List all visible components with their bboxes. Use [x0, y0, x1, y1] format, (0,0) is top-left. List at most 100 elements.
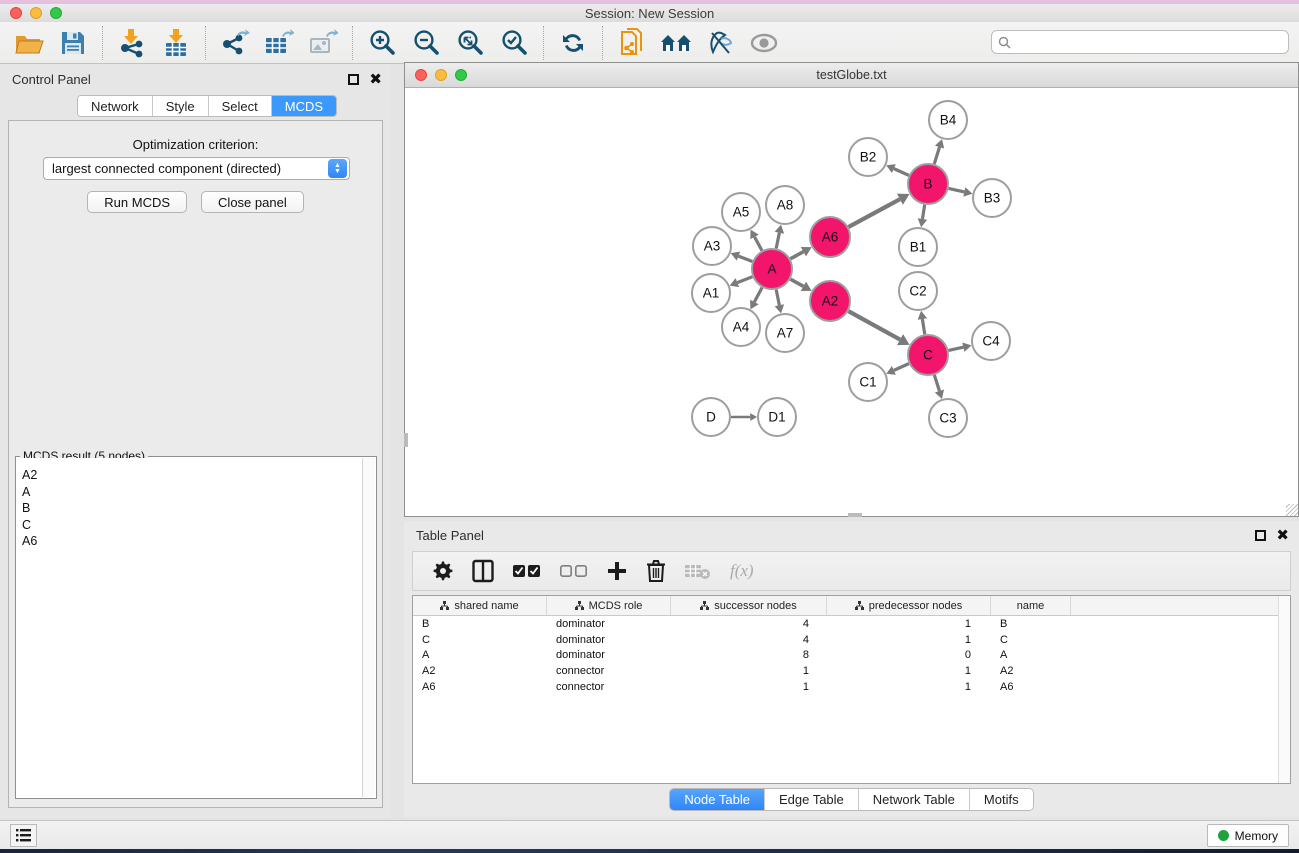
tab-motifs[interactable]: Motifs [970, 789, 1033, 810]
optimization-criterion-select[interactable]: largest connected component (directed) ▲… [43, 157, 350, 180]
graph-edge-B-B1[interactable] [922, 205, 924, 219]
home-layout-icon[interactable] [659, 26, 693, 60]
table-row[interactable]: A dominator 8 0 A [413, 648, 1290, 664]
node-table: shared name MCDS role successor nodes pr… [412, 595, 1291, 784]
graph-edge-A-A4[interactable] [754, 288, 762, 303]
select-stepper-icon: ▲▼ [328, 159, 347, 178]
search-field[interactable] [991, 30, 1289, 54]
mcds-result-list[interactable]: A2 A B C A6 [17, 458, 362, 797]
graph-edge-B-B3[interactable] [949, 188, 965, 191]
table-vertical-scrollbar[interactable] [1278, 596, 1290, 783]
search-input[interactable] [1015, 35, 1282, 49]
column-browser-icon[interactable] [472, 559, 494, 583]
column-type-icon [700, 601, 709, 610]
mcds-result-item[interactable]: A6 [17, 533, 362, 550]
graph-edge-A-A1[interactable] [737, 277, 752, 283]
zoom-selected-icon[interactable] [497, 26, 531, 60]
save-session-icon[interactable] [56, 26, 90, 60]
network-close-button[interactable] [415, 69, 427, 81]
graph-edge-B-B2[interactable] [894, 169, 909, 176]
zoom-in-icon[interactable] [365, 26, 399, 60]
zoom-out-icon[interactable] [409, 26, 443, 60]
hide-annotations-icon[interactable] [703, 26, 737, 60]
table-row[interactable]: C dominator 4 1 C [413, 632, 1290, 648]
tab-edge-table[interactable]: Edge Table [765, 789, 859, 810]
control-panel-title: Control Panel [12, 72, 91, 87]
table-row[interactable]: A6 connector 1 1 A6 [413, 679, 1290, 695]
graph-edge-A-A7[interactable] [776, 290, 779, 306]
graph-edge-C-C1[interactable] [894, 364, 909, 371]
column-header-predecessor-nodes[interactable]: predecessor nodes [827, 596, 991, 615]
mcds-result-item[interactable]: A [17, 484, 362, 501]
mcds-result-item[interactable]: A2 [17, 467, 362, 484]
float-table-panel-icon[interactable] [1255, 530, 1266, 541]
graph-edge-C-C2[interactable] [922, 319, 924, 334]
column-type-icon [440, 601, 449, 610]
graph-node-label-A1: A1 [703, 286, 720, 301]
graph-edge-A2-C[interactable] [848, 311, 900, 339]
table-row[interactable]: B dominator 4 1 B [413, 616, 1290, 632]
close-table-panel-icon[interactable]: ✖ [1276, 530, 1289, 541]
memory-button[interactable]: Memory [1207, 824, 1289, 847]
graph-edge-A-A6[interactable] [790, 252, 803, 259]
graph-edge-A6-B[interactable] [848, 199, 899, 227]
graph-edge-C-C3[interactable] [934, 375, 939, 391]
column-header-shared-name[interactable]: shared name [413, 596, 547, 615]
refresh-icon[interactable] [556, 26, 590, 60]
tab-node-table[interactable]: Node Table [670, 789, 765, 810]
column-header-mcds-role[interactable]: MCDS role [547, 596, 671, 615]
add-column-icon[interactable] [607, 561, 627, 581]
import-network-icon[interactable] [115, 26, 149, 60]
graph-node-label-C1: C1 [859, 375, 876, 390]
graph-arrowhead [918, 218, 927, 227]
zoom-fit-icon[interactable] [453, 26, 487, 60]
window-resize-grip[interactable] [1286, 504, 1298, 516]
mcds-result-item[interactable]: B [17, 500, 362, 517]
export-table-icon[interactable] [262, 26, 296, 60]
graph-node-label-D1: D1 [768, 410, 785, 425]
open-file-icon[interactable] [12, 26, 46, 60]
tab-network[interactable]: Network [78, 96, 153, 116]
memory-status-icon [1218, 830, 1229, 841]
zoom-window-button[interactable] [50, 7, 62, 19]
close-panel-button[interactable]: Close panel [201, 191, 304, 213]
tab-style[interactable]: Style [153, 96, 209, 116]
graph-edge-A-A8[interactable] [776, 233, 779, 249]
export-network-icon[interactable] [218, 26, 252, 60]
show-hide-eye-icon[interactable] [747, 26, 781, 60]
select-all-icon[interactable] [513, 564, 541, 578]
column-header-name[interactable]: name [991, 596, 1071, 615]
tab-mcds[interactable]: MCDS [272, 96, 336, 116]
float-panel-icon[interactable] [348, 74, 359, 85]
result-list-scrollbar[interactable] [362, 458, 375, 797]
network-minimize-button[interactable] [435, 69, 447, 81]
tab-select[interactable]: Select [209, 96, 272, 116]
mcds-result-item[interactable]: C [17, 517, 362, 534]
delete-column-icon[interactable] [646, 559, 666, 583]
graph-edge-C-C4[interactable] [948, 347, 963, 350]
settings-gear-icon[interactable] [433, 561, 453, 581]
graph-edge-A-A5[interactable] [755, 237, 762, 251]
table-row[interactable]: A2 connector 1 1 A2 [413, 663, 1290, 679]
minimize-window-button[interactable] [30, 7, 42, 19]
table-panel-title: Table Panel [416, 528, 484, 543]
clone-network-icon[interactable] [615, 26, 649, 60]
deselect-all-icon[interactable] [560, 564, 588, 578]
run-mcds-button[interactable]: Run MCDS [87, 191, 187, 213]
close-panel-icon[interactable]: ✖ [369, 74, 382, 85]
graph-edge-A-A3[interactable] [738, 256, 752, 261]
graph-node-label-B3: B3 [984, 191, 1001, 206]
import-table-icon[interactable] [159, 26, 193, 60]
close-window-button[interactable] [10, 7, 22, 19]
canvas-horizontal-scrollbar[interactable] [848, 513, 862, 517]
task-history-button[interactable] [10, 824, 37, 847]
network-canvas[interactable]: B4B2BB3A8A5A6A3B1AC2A1A2A4A7C4CC1C3DD1 [405, 88, 1298, 516]
canvas-vertical-scrollbar[interactable] [404, 433, 408, 447]
export-image-icon[interactable] [306, 26, 340, 60]
graph-edge-A-A2[interactable] [790, 279, 803, 286]
column-header-successor-nodes[interactable]: successor nodes [671, 596, 827, 615]
network-window-titlebar[interactable]: testGlobe.txt [405, 63, 1298, 88]
tab-network-table[interactable]: Network Table [859, 789, 970, 810]
graph-edge-B-B4[interactable] [934, 147, 939, 164]
network-zoom-button[interactable] [455, 69, 467, 81]
